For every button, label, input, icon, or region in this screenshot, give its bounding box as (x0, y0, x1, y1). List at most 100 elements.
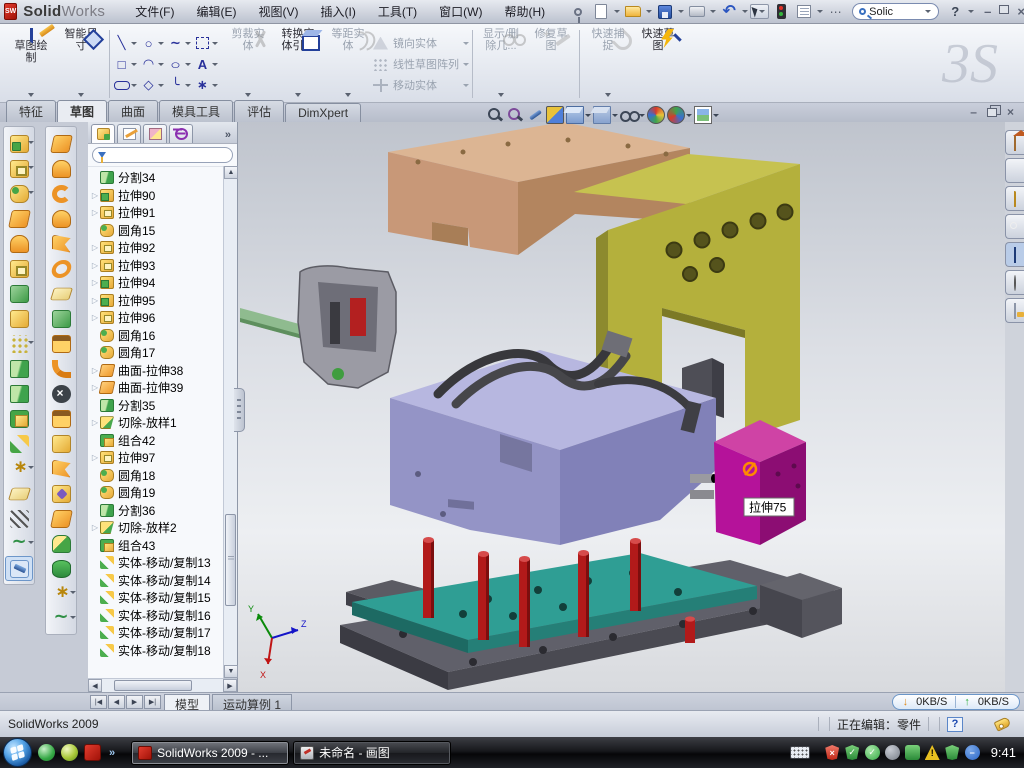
tree-filter-input[interactable] (92, 147, 233, 163)
sketch-entity-button[interactable]: ╲ (113, 33, 139, 54)
document-tab[interactable]: 模型 (164, 694, 210, 710)
offset-entities-button[interactable]: 等距实体 (323, 26, 373, 102)
feature-tool-button[interactable] (5, 506, 33, 531)
task-pane-tab[interactable] (1005, 214, 1024, 239)
expand-arrow-icon[interactable] (90, 191, 100, 200)
panel-splitter-handle[interactable] (234, 388, 245, 432)
tree-item[interactable]: 拉伸94 (90, 274, 237, 292)
tree-item[interactable]: 拉伸92 (90, 239, 237, 257)
feature-tool-button[interactable] (5, 306, 33, 331)
feature-tool-button[interactable] (5, 406, 33, 431)
tree-item[interactable]: 实体-移动/复制18 (90, 642, 237, 660)
sketch-entity-button[interactable]: ○ (167, 54, 193, 75)
tree-item[interactable]: 实体-移动/复制16 (90, 607, 237, 625)
feature-tool-button[interactable] (5, 206, 33, 231)
tree-item[interactable]: 圆角16 (90, 327, 237, 345)
sketch-entity-button[interactable] (113, 75, 139, 96)
scroll-up-arrow[interactable]: ▲ (224, 166, 238, 179)
options-dropdown[interactable] (817, 10, 823, 13)
tree-item[interactable]: 实体-移动/复制17 (90, 624, 237, 642)
surface-tool-button[interactable] (47, 606, 75, 631)
feature-tool-button[interactable] (5, 431, 33, 456)
tree-item[interactable]: 切除-放样1 (90, 414, 237, 432)
task-pane-tab[interactable] (1005, 158, 1024, 183)
toolbar-overflow[interactable]: ⋯ (825, 2, 847, 22)
surface-tool-button[interactable] (47, 456, 75, 481)
undo-dropdown[interactable] (742, 10, 748, 13)
command-tab[interactable]: 草图 (57, 100, 107, 122)
surface-tool-button[interactable] (47, 306, 75, 331)
tab-property-manager[interactable] (117, 124, 141, 143)
feature-tool-button[interactable] (5, 256, 33, 281)
tab-configuration-manager[interactable] (143, 124, 167, 143)
help-button[interactable]: ? (944, 2, 966, 22)
search-dropdown[interactable] (925, 10, 931, 13)
tree-item[interactable]: 拉伸91 (90, 204, 237, 222)
view-tool-button[interactable] (526, 106, 544, 124)
rebuild-button[interactable] (770, 2, 792, 22)
new-file-button[interactable] (590, 2, 612, 22)
save-dropdown[interactable] (678, 10, 684, 13)
tree-item[interactable]: 组合42 (90, 432, 237, 450)
tree-item[interactable]: 拉伸93 (90, 257, 237, 275)
print-button[interactable] (686, 2, 708, 22)
view-tool-button[interactable] (694, 106, 719, 124)
surface-tool-button[interactable] (47, 381, 75, 406)
tree-item[interactable]: 圆角17 (90, 344, 237, 362)
hscroll-thumb[interactable] (114, 680, 192, 691)
tab-nav-button[interactable]: ▶| (144, 695, 161, 709)
view-tool-button[interactable] (620, 106, 645, 124)
tree-item[interactable]: 圆角15 (90, 222, 237, 240)
feature-tool-button[interactable] (5, 556, 33, 581)
expand-arrow-icon[interactable] (90, 296, 100, 305)
taskbar-window-button[interactable]: SolidWorks 2009 - ... (131, 741, 289, 765)
quick-snaps-button[interactable]: 快速捕捉 (583, 26, 633, 102)
feature-tool-button[interactable] (5, 231, 33, 256)
keyboard-layout-icon[interactable] (790, 746, 810, 759)
tray-icon[interactable] (945, 745, 960, 760)
repair-sketch-button[interactable]: 修复草图 (526, 26, 576, 102)
tab-nav-button[interactable]: ▶ (126, 695, 143, 709)
close-button[interactable]: × (1017, 5, 1024, 18)
surface-tool-button[interactable] (47, 481, 75, 506)
tray-icon[interactable]: × (825, 745, 840, 760)
select-tool-button[interactable] (750, 4, 769, 19)
tree-item[interactable]: 曲面-拉伸38 (90, 362, 237, 380)
taskbar-window-button[interactable]: 未命名 - 画图 (293, 741, 451, 765)
view-tool-button[interactable] (667, 106, 692, 124)
doc-close-button[interactable]: × (1007, 105, 1014, 119)
tree-item[interactable]: 拉伸96 (90, 309, 237, 327)
part-insert-block[interactable] (714, 420, 806, 545)
expand-arrow-icon[interactable] (90, 208, 100, 217)
tree-item[interactable]: 分割34 (90, 169, 237, 187)
tray-icon[interactable] (905, 745, 920, 760)
tray-icon[interactable]: − (965, 745, 980, 760)
search-box[interactable] (852, 3, 939, 20)
feature-tool-button[interactable] (5, 381, 33, 406)
feature-tool-button[interactable] (5, 356, 33, 381)
tree-item[interactable]: 实体-移动/复制15 (90, 589, 237, 607)
tree-item[interactable]: 组合43 (90, 537, 237, 555)
feature-tool-button[interactable] (5, 331, 33, 356)
sketch-entity-button[interactable]: ◠ (140, 54, 166, 75)
part-tool-head[interactable] (240, 266, 396, 388)
feature-tool-button[interactable] (5, 181, 33, 206)
tree-item[interactable]: 实体-移动/复制14 (90, 572, 237, 590)
command-tab[interactable]: 模具工具 (159, 100, 233, 122)
view-tool-button[interactable] (566, 106, 591, 124)
tree-item[interactable]: 分割35 (90, 397, 237, 415)
surface-tool-button[interactable] (47, 581, 75, 606)
tree-item[interactable]: 拉伸97 (90, 449, 237, 467)
menu-item[interactable]: 工具(T) (368, 0, 427, 23)
sketch-button[interactable]: 草图绘制 (6, 26, 56, 102)
feature-tool-button[interactable] (5, 281, 33, 306)
trim-entities-button[interactable]: 剪裁实体 (223, 26, 273, 102)
tab-dimxpert-manager[interactable] (169, 124, 193, 143)
minimize-button[interactable]: – (984, 5, 991, 18)
sketch-entity-button[interactable] (194, 33, 220, 54)
surface-tool-button[interactable] (47, 406, 75, 431)
tab-nav-button[interactable]: ◀ (108, 695, 125, 709)
document-tab[interactable]: 运动算例 1 (212, 694, 292, 710)
menu-item[interactable]: 窗口(W) (429, 0, 492, 23)
start-button[interactable] (3, 738, 32, 767)
